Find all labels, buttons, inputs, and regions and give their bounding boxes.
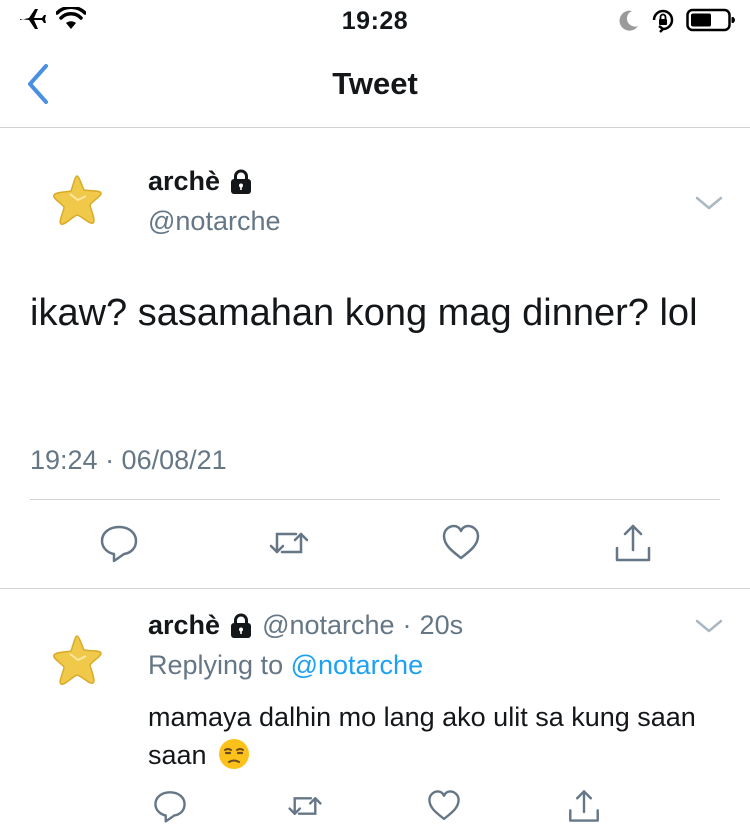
share-button[interactable] xyxy=(612,522,654,564)
star-avatar-icon xyxy=(52,175,102,226)
avatar[interactable] xyxy=(48,630,110,692)
retweet-button[interactable] xyxy=(268,522,310,564)
unamused-face-emoji xyxy=(219,739,250,769)
lock-icon xyxy=(231,169,252,194)
page-title: Tweet xyxy=(332,66,418,101)
username[interactable]: @notarche xyxy=(262,610,394,641)
reply-icon xyxy=(100,525,138,563)
tweet-timestamp: 19:24 · 06/08/21 xyxy=(30,445,227,475)
reply-options-button[interactable] xyxy=(694,616,724,636)
moon-icon xyxy=(619,10,638,31)
tweet-author: archè xyxy=(148,166,254,197)
nav-bar: Tweet xyxy=(0,40,750,128)
reply-button[interactable] xyxy=(98,522,140,564)
chevron-down-icon xyxy=(695,196,723,210)
replying-to: Replying to @notarche xyxy=(148,650,423,681)
share-button[interactable] xyxy=(566,788,602,824)
like-button[interactable] xyxy=(440,522,482,564)
replying-prefix: Replying to xyxy=(148,650,284,680)
reply-icon xyxy=(154,791,186,823)
like-button[interactable] xyxy=(426,788,462,824)
share-icon xyxy=(615,524,651,562)
like-icon xyxy=(428,790,460,821)
tweet-text: ikaw? sasamahan kong mag dinner? lol xyxy=(30,292,698,334)
username[interactable]: @notarche xyxy=(148,206,280,237)
retweet-button[interactable] xyxy=(287,788,323,824)
tweet-options-button[interactable] xyxy=(694,193,724,213)
display-name[interactable]: archè xyxy=(148,166,220,197)
like-icon xyxy=(442,524,480,560)
battery-icon xyxy=(686,8,735,32)
retweet-icon xyxy=(288,797,322,815)
display-name[interactable]: archè xyxy=(148,610,220,641)
star-avatar-icon xyxy=(52,635,102,686)
reply-text-block: mamaya dalhin mo lang ako ulit sa kung s… xyxy=(148,698,718,774)
reply-author: archè @notarche · 20s xyxy=(148,610,463,641)
status-bar: 19:28 xyxy=(0,0,750,40)
divider xyxy=(30,499,720,500)
chevron-down-icon xyxy=(695,619,723,633)
reply-time: 20s xyxy=(419,610,464,640)
separator-dot: · xyxy=(402,610,412,640)
reply-button[interactable] xyxy=(152,788,188,824)
share-icon xyxy=(569,790,599,822)
retweet-icon xyxy=(269,532,309,554)
status-right xyxy=(618,7,736,33)
orientation-lock-icon xyxy=(652,9,674,33)
lock-icon xyxy=(231,613,252,638)
mention-link[interactable]: @notarche xyxy=(291,650,423,680)
avatar[interactable] xyxy=(48,170,110,232)
divider xyxy=(0,588,750,589)
